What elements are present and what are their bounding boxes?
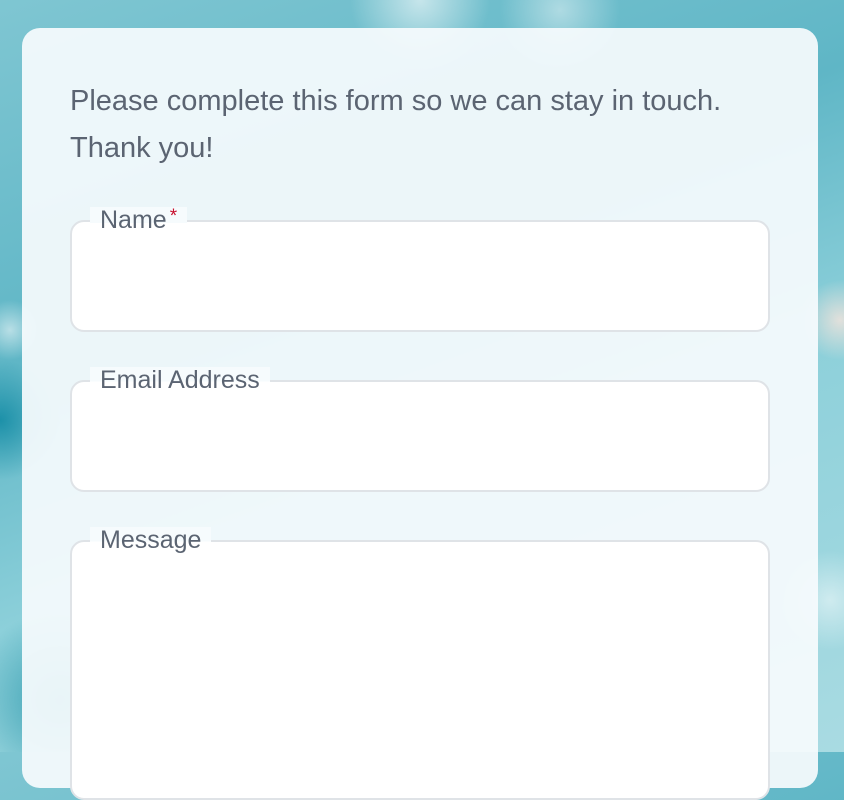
- email-field[interactable]: Email Address: [70, 367, 770, 492]
- message-textarea[interactable]: [92, 572, 748, 784]
- required-asterisk: *: [169, 206, 178, 227]
- form-intro-text: Please complete this form so we can stay…: [70, 85, 722, 164]
- name-field[interactable]: Name *: [70, 206, 770, 332]
- contact-form-card: Please complete this form so we can stay…: [22, 28, 818, 800]
- name-input[interactable]: [92, 252, 748, 316]
- name-label-text: Name: [100, 206, 167, 234]
- message-field-label: Message: [90, 527, 212, 553]
- name-field-label: Name *: [90, 206, 188, 236]
- email-input[interactable]: [92, 412, 748, 476]
- message-field[interactable]: Message: [70, 527, 770, 800]
- email-field-label: Email Address: [90, 367, 270, 393]
